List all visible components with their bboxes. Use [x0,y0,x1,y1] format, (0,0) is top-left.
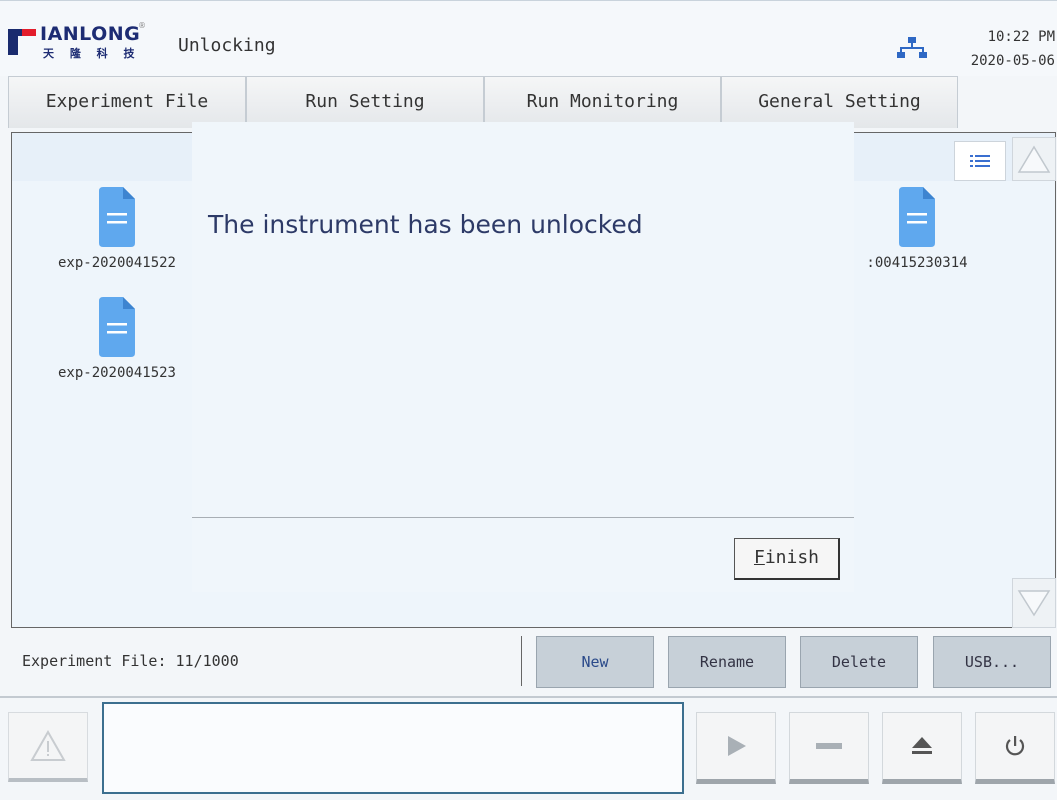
usb-button[interactable]: USB... [933,636,1051,688]
header-bar: IANLONG ® 天 隆 科 技 Unlocking 10:22 PM 202… [0,0,1057,76]
scroll-up-button[interactable] [1012,137,1056,181]
toolbar-divider [521,636,522,686]
stop-icon [816,743,842,749]
file-item[interactable]: exp-2020041522 [32,187,202,271]
file-count-label: Experiment File: 11/1000 [22,652,239,670]
clock-time: 10:22 PM [987,29,1055,45]
document-icon [99,187,135,247]
scroll-down-icon [1017,590,1051,617]
dialog-message: The instrument has been unlocked [208,210,643,239]
eject-icon [912,737,932,754]
registered-mark: ® [138,21,146,30]
file-toolbar: Experiment File: 11/1000 New Rename Dele… [0,630,1057,696]
scroll-down-button[interactable] [1012,578,1056,628]
file-item[interactable]: exp-2020041523 [32,297,202,381]
window-title: Unlocking [178,35,276,56]
delete-button[interactable]: Delete [800,636,918,688]
scroll-up-icon [1017,145,1051,173]
eject-button[interactable] [882,712,962,784]
power-button[interactable] [975,712,1055,784]
unlock-dialog: The instrument has been unlocked Finish [192,122,854,592]
dialog-separator [192,517,854,518]
network-icon [897,37,927,58]
finish-label: inish [764,547,820,568]
warning-icon [30,729,66,761]
play-icon [728,736,746,756]
power-icon [1005,736,1025,756]
document-icon [99,297,135,357]
logo-chinese-text: 天 隆 科 技 [43,47,141,60]
document-icon [899,187,935,247]
file-name: exp-2020041523 [57,365,176,381]
file-name: exp-2020041522 [57,255,176,271]
finish-mnemonic: F [753,547,765,568]
list-view-button[interactable] [954,141,1006,181]
tab-experiment-file[interactable]: Experiment File [8,76,246,128]
logo-mark [8,29,36,55]
clock: 10:22 PM 2020-05-06 [971,25,1055,73]
warning-button[interactable] [8,712,88,782]
rename-button[interactable]: Rename [668,636,786,688]
file-item[interactable]: :00415230314 [832,187,1002,271]
new-button[interactable]: New [536,636,654,688]
main-tabs: Experiment File Run Setting Run Monitori… [8,76,958,128]
logo-text: IANLONG [40,23,141,45]
tab-run-setting[interactable]: Run Setting [246,76,484,128]
status-divider [0,696,1057,698]
company-logo: IANLONG ® 天 隆 科 技 [8,21,168,63]
clock-date: 2020-05-06 [970,53,1055,69]
status-message-box [102,702,684,794]
stop-button[interactable] [789,712,869,784]
finish-button[interactable]: Finish [734,538,840,580]
tab-run-monitoring[interactable]: Run Monitoring [484,76,721,128]
file-name: :00415230314 [866,255,968,271]
tab-general-setting[interactable]: General Setting [721,76,958,128]
run-button[interactable] [696,712,776,784]
list-view-icon [970,155,990,167]
